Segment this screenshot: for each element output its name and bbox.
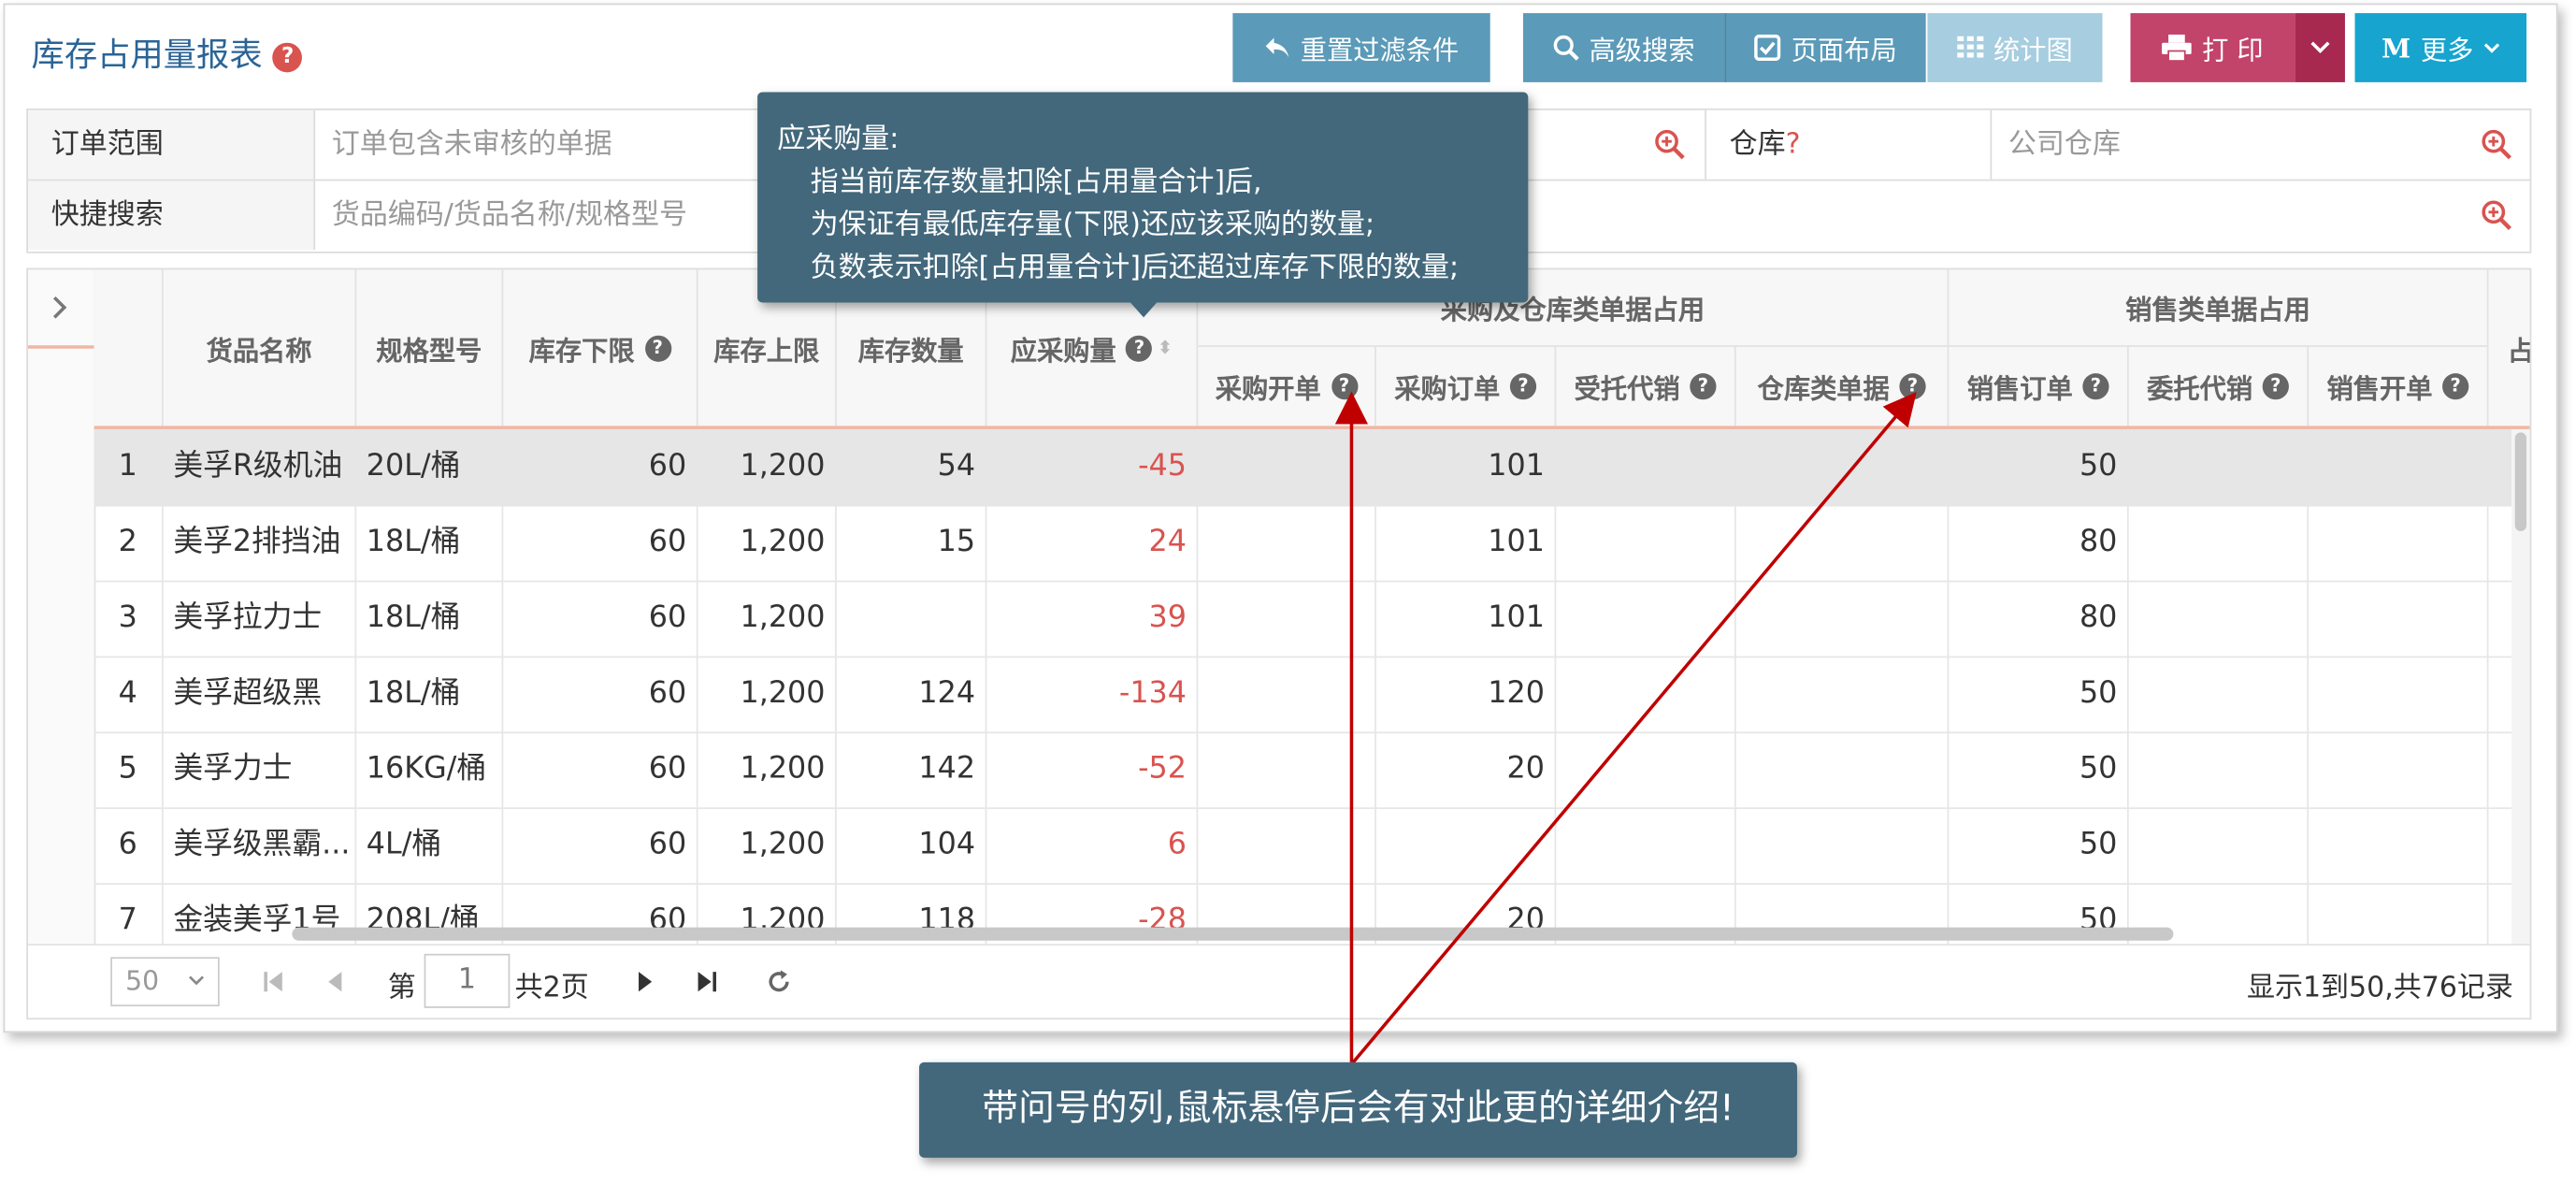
screen: 库存占用量报表 ? 重置过滤条件 高级搜索 页面布局 统计图 打 印 M 更多 …: [0, 0, 2576, 1184]
tooltip-line-1: 指当前库存数量扣除[占用量合计]后,: [810, 166, 1262, 199]
tooltip-pointer: [1130, 302, 1158, 318]
annotation-callout: 带问号的列,鼠标悬停后会有对此更的详细介绍!: [919, 1061, 1797, 1158]
tooltip-line-3: 负数表示扣除[占用量合计]后还超过库存下限的数量;: [810, 252, 1460, 285]
tooltip-title: 应采购量:: [777, 123, 899, 157]
arrow-to-warehouse-docs: [1351, 392, 1917, 1063]
column-help-tooltip: 应采购量: 指当前库存数量扣除[占用量合计]后, 为保证有最低库存量(下限)还应…: [757, 92, 1529, 318]
tooltip-line-2: 为保证有最低库存量(下限)还应该采购的数量;: [810, 209, 1375, 242]
